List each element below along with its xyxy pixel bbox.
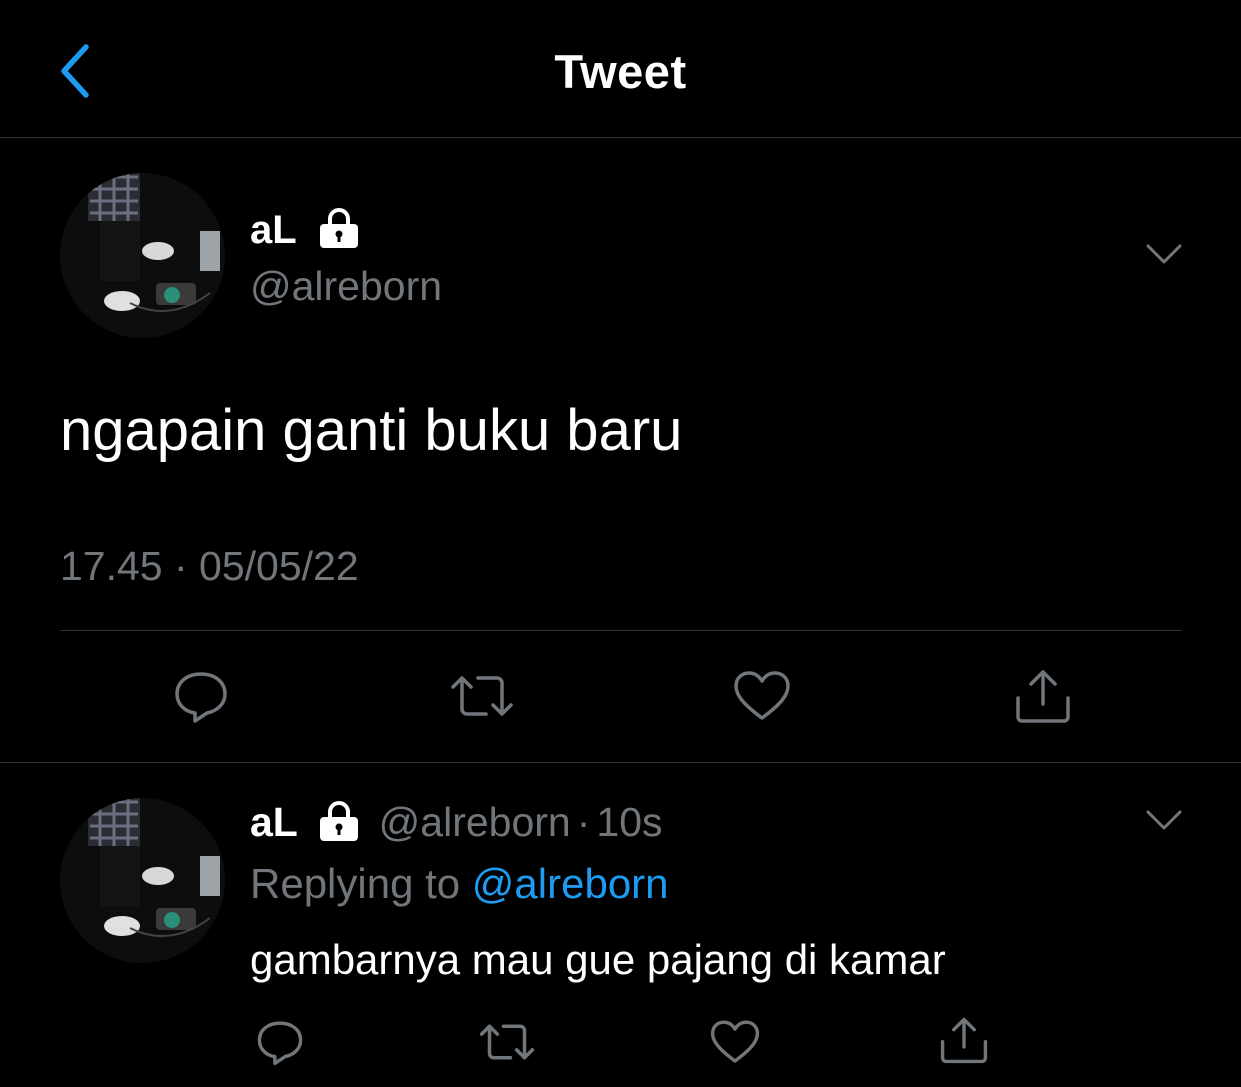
section-divider xyxy=(0,762,1241,763)
chevron-down-icon[interactable] xyxy=(1144,241,1184,267)
share-button[interactable] xyxy=(934,1012,994,1068)
avatar-image xyxy=(60,798,225,963)
retweet-icon xyxy=(479,1024,535,1060)
replying-to-mention[interactable]: @alreborn xyxy=(472,860,669,907)
reply-handle[interactable]: @alreborn xyxy=(379,799,571,845)
lock-icon xyxy=(320,208,358,248)
reply-avatar[interactable] xyxy=(60,798,225,963)
share-button[interactable] xyxy=(1008,664,1078,728)
retweet-button[interactable] xyxy=(447,664,517,728)
separator-dot: · xyxy=(576,799,591,845)
reply-button[interactable] xyxy=(250,1014,310,1070)
reply-icon xyxy=(257,1021,303,1066)
tweet-divider xyxy=(60,630,1182,631)
tweet-text: ngapain ganti buku baru xyxy=(60,398,683,463)
avatar[interactable] xyxy=(60,173,225,338)
reply-text: gambarnya mau gue pajang di kamar xyxy=(250,936,946,983)
avatar-image xyxy=(60,173,225,338)
tweet-timestamp[interactable]: 17.45 · 05/05/22 xyxy=(60,543,359,590)
replying-to: Replying to @alreborn xyxy=(250,860,669,908)
reply-header: aL @alreborn · 10s xyxy=(250,799,663,846)
reply-button[interactable] xyxy=(166,664,236,728)
header-divider xyxy=(0,137,1241,138)
retweet-icon xyxy=(451,676,513,716)
reply-icon xyxy=(175,672,227,723)
like-icon xyxy=(710,1020,760,1063)
like-icon xyxy=(734,671,790,720)
page-title: Tweet xyxy=(554,45,687,98)
retweet-button[interactable] xyxy=(477,1014,537,1070)
reply-display-name[interactable]: aL xyxy=(250,799,298,845)
user-handle[interactable]: @alreborn xyxy=(250,263,442,310)
share-icon xyxy=(1016,670,1070,723)
top-bar: Tweet xyxy=(0,0,1241,137)
like-button[interactable] xyxy=(705,1014,765,1070)
like-button[interactable] xyxy=(727,664,797,728)
lock-icon xyxy=(320,801,359,841)
reply-time[interactable]: 10s xyxy=(596,799,662,845)
display-name[interactable]: aL xyxy=(250,208,297,253)
share-icon xyxy=(940,1017,988,1064)
replying-to-label: Replying to xyxy=(250,860,461,907)
chevron-down-icon[interactable] xyxy=(1144,807,1184,833)
